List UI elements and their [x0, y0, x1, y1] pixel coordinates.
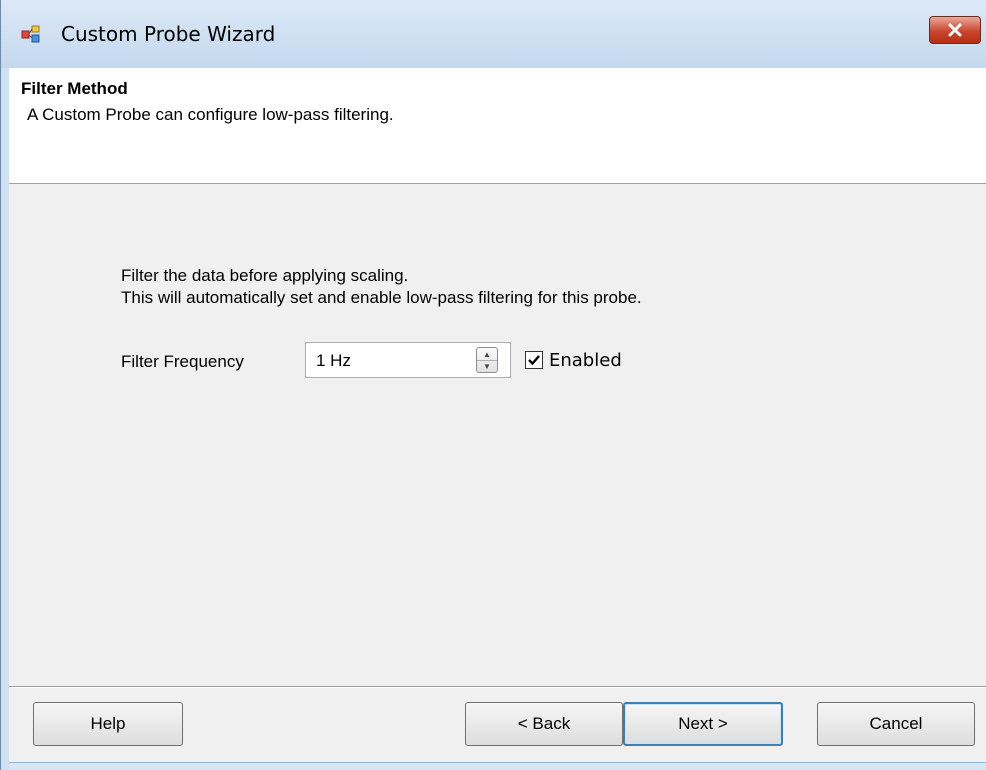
wizard-app-icon — [21, 24, 41, 44]
spin-down-arrow-icon[interactable]: ▼ — [477, 360, 497, 372]
cancel-button[interactable]: Cancel — [817, 702, 975, 746]
page-subtitle: A Custom Probe can configure low-pass fi… — [27, 105, 394, 124]
window-title: Custom Probe Wizard — [61, 22, 276, 46]
frequency-spinner[interactable]: ▲ ▼ — [476, 347, 498, 373]
window-bottom-border — [9, 762, 986, 770]
filter-frequency-input[interactable]: 1 Hz ▲ ▼ — [305, 342, 511, 378]
wizard-header-panel: Filter Method A Custom Probe can configu… — [9, 68, 986, 184]
enabled-checkbox-label[interactable]: Enabled — [549, 350, 622, 371]
enabled-checkbox[interactable] — [525, 351, 543, 369]
description-line-2: This will automatically set and enable l… — [121, 288, 642, 307]
checkmark-icon — [528, 355, 540, 366]
help-button[interactable]: Help — [33, 702, 183, 746]
filter-frequency-label: Filter Frequency — [121, 352, 244, 371]
close-button[interactable] — [929, 16, 981, 44]
close-icon — [948, 23, 962, 37]
back-button[interactable]: < Back — [465, 702, 623, 746]
filter-frequency-value: 1 Hz — [316, 351, 351, 370]
description-line-1: Filter the data before applying scaling. — [121, 266, 409, 285]
page-title: Filter Method — [21, 79, 128, 98]
wizard-client-area: Filter Method A Custom Probe can configu… — [9, 68, 986, 762]
wizard-window: Custom Probe Wizard Filter Method A Cust… — [0, 0, 986, 770]
next-button[interactable]: Next > — [623, 702, 783, 746]
button-bar-separator — [9, 686, 986, 688]
title-bar[interactable]: Custom Probe Wizard — [1, 0, 986, 68]
